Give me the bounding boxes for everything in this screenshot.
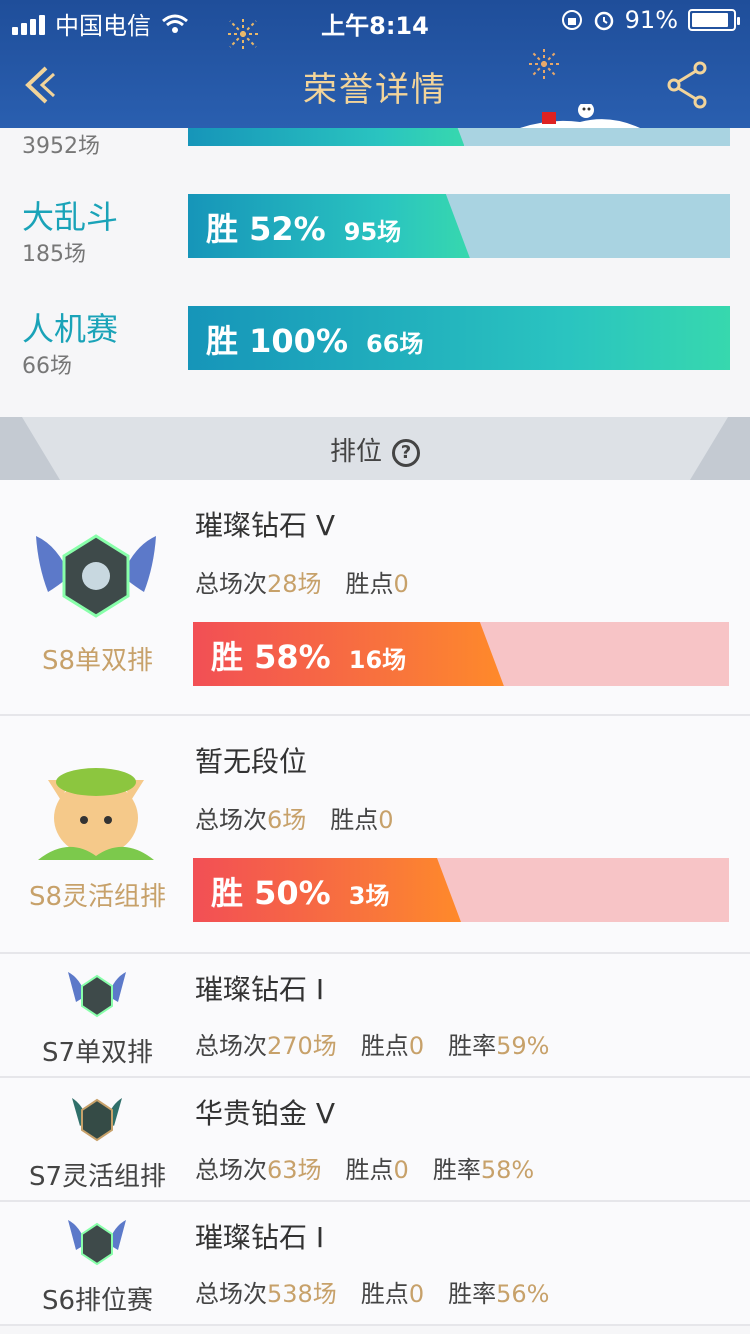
history-card-s7-solo[interactable]: S7单双排 璀璨钻石 I 总场次270场 胜点0 胜率59% (0, 954, 750, 1078)
rate-value: 58% (480, 1156, 535, 1184)
status-bar: 中国电信 上午8:14 91% (0, 0, 750, 40)
points-label: 胜点 (345, 570, 394, 598)
stats-line: 总场次270场 胜点0 胜率59% (195, 1026, 549, 1061)
win-games: 3场 (348, 882, 390, 910)
tier-name: 璀璨钻石 V (195, 509, 336, 542)
firework-icon (527, 47, 561, 81)
share-icon[interactable] (664, 60, 712, 110)
win-games: 95场 (343, 218, 402, 246)
mode-row-bot[interactable]: 人机赛 66场 胜 100% 66场 (0, 300, 750, 400)
content-area[interactable]: 3952场 大乱斗 185场 胜 52% 95场 人机赛 66场 胜 100% 66… (0, 128, 750, 1334)
total-games: 63场 (267, 1156, 322, 1184)
diamond-rank-badge-icon (68, 1220, 126, 1266)
rate-label: 胜率 (448, 1280, 497, 1308)
ranked-section-header: 排位? (0, 417, 750, 480)
status-right: 91% (561, 6, 740, 34)
total-games: 270场 (267, 1032, 337, 1060)
mode-count: 3952场 (22, 134, 100, 159)
mode-name: 人机赛 (22, 310, 119, 348)
points-value: 0 (393, 1156, 409, 1184)
win-bar-text: 胜 100% 66场 (206, 316, 423, 362)
help-icon[interactable]: ? (392, 439, 420, 467)
points-value: 0 (393, 570, 409, 598)
rate-value: 56% (496, 1280, 550, 1308)
platinum-rank-badge-icon (72, 1098, 122, 1142)
points-label: 胜点 (360, 1280, 409, 1308)
win-games: 66场 (366, 330, 424, 358)
unranked-teemo-icon (38, 768, 154, 860)
total-label: 总场次 (195, 1280, 267, 1308)
rate-label: 胜率 (448, 1032, 497, 1060)
win-bar-text: 胜 52% 95场 (206, 204, 401, 250)
total-label: 总场次 (195, 806, 267, 834)
season-label: S8灵活组排 (28, 882, 167, 912)
win-bar: 胜 58% 16场 (193, 622, 729, 686)
stats-line: 总场次28场 胜点0 (195, 564, 409, 599)
mode-count: 185场 (22, 242, 86, 267)
win-percent: 胜 58% (211, 638, 331, 676)
firework-icon (225, 16, 261, 52)
total-label: 总场次 (195, 1156, 267, 1184)
stats-line: 总场次63场 胜点0 胜率58% (195, 1150, 534, 1185)
stats-line: 总场次538场 胜点0 胜率56% (195, 1274, 549, 1309)
history-card-s6-ranked[interactable]: S6排位赛 璀璨钻石 I 总场次538场 胜点0 胜率56% (0, 1202, 750, 1326)
points-value: 0 (378, 806, 394, 834)
total-label: 总场次 (195, 570, 267, 598)
win-percent: 胜 52% (206, 210, 326, 248)
season-label: S8单双排 (41, 646, 154, 676)
mode-name: 大乱斗 (22, 198, 119, 236)
section-title: 排位? (0, 431, 750, 468)
diamond-rank-badge-icon (36, 534, 156, 618)
total-label: 总场次 (195, 1032, 267, 1060)
win-bar: 胜 50% 3场 (193, 858, 729, 922)
win-bar-fill (188, 128, 464, 146)
alarm-icon (594, 11, 613, 31)
points-value: 0 (408, 1032, 425, 1060)
orientation-lock-icon (561, 10, 582, 30)
total-games: 28场 (267, 570, 322, 598)
section-title-text: 排位 (329, 437, 382, 467)
season-label: S7灵活组排 (28, 1162, 167, 1192)
win-bar-text: 胜 58% 16场 (211, 632, 406, 678)
battery-percent: 91% (624, 6, 678, 34)
points-label: 胜点 (360, 1032, 409, 1060)
app-header: 中国电信 上午8:14 91% 荣誉详情 (0, 0, 750, 128)
rate-value: 59% (496, 1032, 550, 1060)
stats-line: 总场次6场 胜点0 (195, 800, 394, 835)
points-label: 胜点 (330, 806, 379, 834)
rate-label: 胜率 (432, 1156, 481, 1184)
win-percent: 胜 50% (211, 874, 331, 912)
history-card-s7-flex[interactable]: S7灵活组排 华贵铂金 V 总场次63场 胜点0 胜率58% (0, 1078, 750, 1202)
rank-card-s8-flex[interactable]: S8灵活组排 暂无段位 总场次6场 胜点0 胜 50% 3场 (0, 716, 750, 954)
season-label: S6排位赛 (41, 1286, 154, 1316)
win-games: 16场 (348, 646, 407, 674)
tier-name: 华贵铂金 V (195, 1097, 336, 1130)
win-bar (188, 128, 730, 146)
win-bar-text: 胜 50% 3场 (211, 868, 389, 914)
battery-icon (688, 9, 740, 31)
tier-name: 暂无段位 (195, 745, 308, 778)
season-label: S7单双排 (41, 1038, 154, 1068)
partial-mode-row: 3952场 (0, 128, 750, 168)
win-bar: 胜 52% 95场 (188, 194, 730, 258)
snow-decoration-icon (520, 104, 640, 128)
points-label: 胜点 (345, 1156, 394, 1184)
mode-count: 66场 (22, 354, 72, 379)
total-games: 6场 (267, 806, 307, 834)
diamond-rank-badge-icon (68, 972, 126, 1018)
win-bar: 胜 100% 66场 (188, 306, 730, 370)
tier-name: 璀璨钻石 I (195, 1221, 325, 1254)
mode-row-brawl[interactable]: 大乱斗 185场 胜 52% 95场 (0, 188, 750, 288)
points-value: 0 (408, 1280, 425, 1308)
rank-card-s8-solo[interactable]: S8单双排 璀璨钻石 V 总场次28场 胜点0 胜 58% 16场 (0, 480, 750, 716)
tier-name: 璀璨钻石 I (195, 973, 325, 1006)
win-percent: 胜 100% (206, 322, 349, 360)
total-games: 538场 (267, 1280, 337, 1308)
